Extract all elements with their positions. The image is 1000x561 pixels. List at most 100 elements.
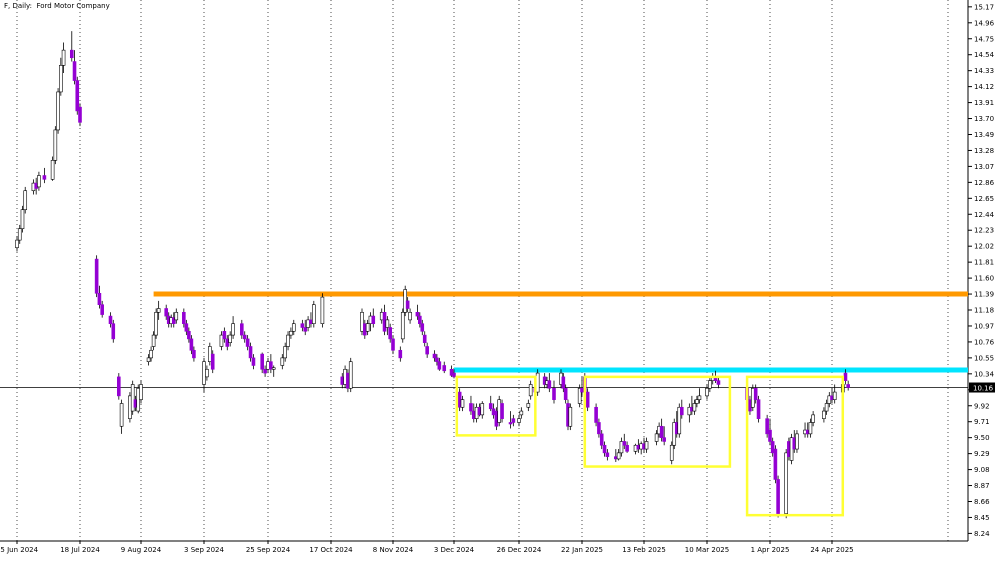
y-tick-label: 9.08 [974,466,990,474]
candle-body-bullish [50,160,55,180]
candle-body-bearish [398,349,403,359]
y-tick-label: 8.24 [974,530,990,538]
candle-body-bullish [202,361,206,385]
candle-body-bullish [61,49,66,66]
candle-body-bullish [59,65,63,93]
candle-body-bearish [435,357,439,362]
candle-body-bullish [291,323,296,332]
candle-body-bullish [519,410,524,416]
candle-body-bullish [23,190,28,211]
candle-body-bearish [765,418,769,435]
candle-body-bearish [189,338,194,351]
candle-body-bearish [415,311,420,317]
candle-body-bullish [517,418,521,423]
candle-body-bearish [164,308,168,317]
candle-body-bullish [151,334,156,347]
candle-body-bearish [97,292,102,305]
candle-body-bearish [388,327,392,340]
candle-body-bearish [585,391,590,408]
candle-body-bearish [248,346,253,359]
candle-body-bearish [263,368,267,374]
candle-body-bullish [286,334,290,347]
candle-body-bullish [644,441,649,450]
candle-body-bearish [420,323,425,332]
candle-body-bearish [187,330,191,340]
x-tick-label: 25 Jun 2024 [0,546,39,554]
candle-body-bullish [822,410,826,419]
candle-body-bearish [309,319,313,324]
candle-body-bearish [500,403,504,419]
candle-body-bearish [422,334,427,343]
candle-body-bearish [659,425,664,438]
candle-body-bearish [602,444,607,454]
y-tick-label: 11.60 [974,275,994,283]
candle-body-bullish [312,304,316,324]
candle-body-bearish [371,315,376,324]
y-tick-label: 12.23 [974,227,994,235]
y-tick-label: 10.97 [974,322,994,330]
candle-body-bearish [599,433,604,446]
y-tick-label: 11.18 [974,307,994,315]
candle-body-bearish [72,61,77,81]
candle-body-bearish [756,399,761,419]
y-tick-label: 14.33 [974,67,994,75]
candle-body-bearish [78,106,82,123]
candle-body-bullish [795,433,799,450]
chart-background [0,0,1000,557]
x-tick-label: 3 Sep 2024 [184,546,224,554]
candle-body-bullish [385,319,390,328]
candle-body-bullish [824,403,829,412]
candle-body-bullish [400,311,405,340]
x-tick-label: 10 Mar 2025 [685,546,729,554]
x-tick-label: 25 Sep 2024 [246,546,291,554]
candle-body-bearish [108,315,113,324]
candle-body-bullish [280,357,285,366]
candle-body-bullish [654,433,659,442]
y-tick-label: 13.91 [974,99,994,107]
candle-body-bullish [695,399,699,404]
price-chart[interactable]: 15.17 14.96 14.75 14.54 14.33 14.12 13.91 13.70… [0,0,1000,557]
candle-body-bullish [53,129,58,161]
candle-body-bearish [418,315,422,324]
y-tick-label: 11.39 [974,291,994,299]
candle-body-bullish [119,403,124,427]
y-tick-label: 12.86 [974,179,995,187]
candle-body-bullish [17,228,22,241]
candle-body-bullish [751,387,755,408]
candle-body-bullish [15,239,19,249]
candle-body-bearish [716,380,721,385]
candle-body-bearish [260,353,264,370]
candle-body-bullish [283,346,287,359]
candle-body-bearish [776,479,780,514]
y-tick-label: 10.55 [974,354,994,362]
y-tick-label: 8.66 [974,498,990,506]
candle-body-bearish [269,361,273,370]
candle-body-bullish [480,403,485,416]
candle-body-bearish [184,323,189,332]
candle-body-bullish [705,387,709,397]
candle-body-bearish [452,372,456,378]
y-tick-label: 11.81 [974,259,994,267]
candle-body-bearish [594,406,598,423]
candle-body-bullish [708,380,712,389]
candle-body-bearish [182,311,186,324]
x-tick-label: 1 Apr 2025 [751,546,790,554]
candle-body-bullish [289,330,293,336]
candle-body-bearish [442,365,447,372]
candle-body-bullish [219,334,224,347]
candle-body-bullish [149,349,153,359]
candle-body-bearish [42,175,47,180]
y-tick-label: 12.65 [974,195,994,203]
candle-body-bearish [773,448,778,480]
y-tick-label: 12.02 [974,243,994,251]
candle-body-bullish [460,399,465,408]
candle-body-bearish [210,353,215,370]
y-tick-label: 9.50 [974,434,990,442]
candle-body-bullish [616,452,621,460]
candle-body-bearish [625,444,629,452]
x-tick-label: 13 Feb 2025 [622,546,666,554]
candle-body-bearish [563,387,568,400]
chart-canvas[interactable]: 15.17 14.96 14.75 14.54 14.33 14.12 13.91 13.70… [0,0,1000,557]
candle-body-bullish [208,346,212,362]
candle-body-bullish [784,452,788,514]
